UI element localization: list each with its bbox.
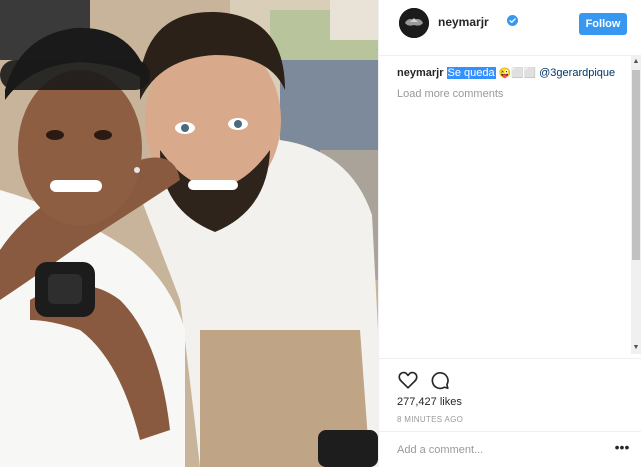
caption-username[interactable]: neymarjr [397,67,443,79]
comments-scrollbar[interactable]: ▲ ▼ [631,56,641,354]
heart-icon[interactable] [397,369,419,391]
comment-bubble-icon[interactable] [429,369,451,391]
instagram-post: neymarjr Follow neymarjr Se queda 😜⬜⬜ @3… [0,0,641,467]
verified-badge-icon [507,15,518,26]
comments-section: neymarjr Se queda 😜⬜⬜ @3gerardpique Load… [397,66,622,101]
more-options-button[interactable]: ••• [613,440,631,458]
likes-count[interactable]: 277,427 likes [397,396,462,408]
scroll-up-arrow-icon[interactable]: ▲ [631,56,641,68]
avatar-logo-icon[interactable] [399,8,429,38]
caption-emoji: 😜⬜⬜ [498,68,537,79]
post-header: neymarjr Follow [379,0,641,56]
load-more-comments-link[interactable]: Load more comments [397,87,622,101]
post-photo[interactable] [0,0,378,467]
caption-selected-text: Se queda [446,67,496,79]
scrollbar-thumb[interactable] [632,70,640,260]
post-actions: 277,427 likes 8 MINUTES AGO [379,358,641,438]
post-side-panel: neymarjr Follow neymarjr Se queda 😜⬜⬜ @3… [378,0,641,467]
comment-bar: ••• [379,431,641,467]
post-timestamp: 8 MINUTES AGO [397,415,464,424]
caption-mention-link[interactable]: @3gerardpique [539,67,615,79]
scroll-down-arrow-icon[interactable]: ▼ [631,342,641,354]
follow-button[interactable]: Follow [579,13,627,35]
caption: neymarjr Se queda 😜⬜⬜ @3gerardpique [397,66,622,81]
post-username[interactable]: neymarjr [438,15,489,29]
add-comment-input[interactable] [397,442,597,458]
photo-two-men-selfie [0,0,378,467]
